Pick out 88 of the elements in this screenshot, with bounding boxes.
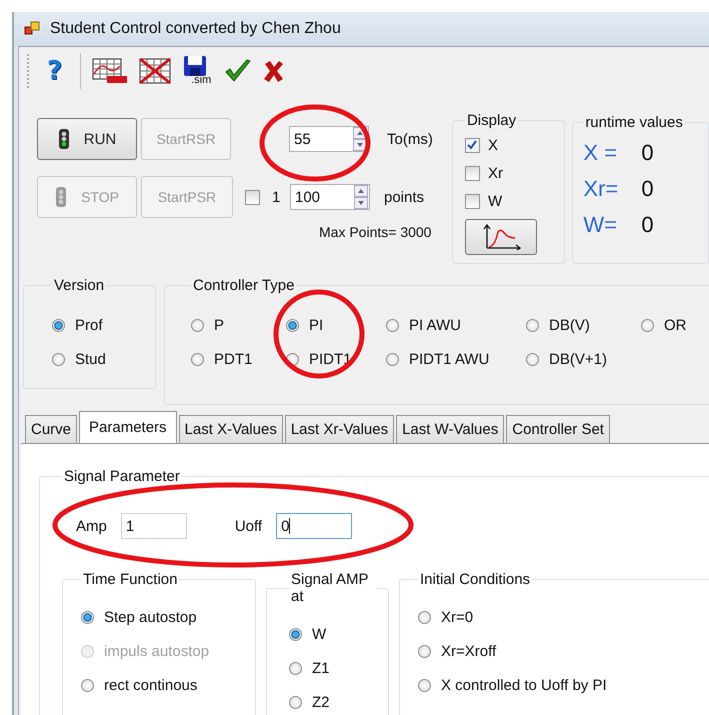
value-label: Xr= — [583, 176, 620, 202]
option-label: PIDT1 — [309, 350, 352, 368]
group-title: Initial Conditions — [419, 571, 532, 588]
tab[interactable]: Last Xr-Values — [284, 415, 394, 443]
option-label: OR — [664, 316, 686, 334]
field-label: Amp — [76, 518, 107, 534]
group-title: Time Function — [82, 571, 178, 588]
tab[interactable]: Last X-Values — [178, 415, 283, 443]
radio-button[interactable] — [418, 678, 431, 692]
radio-button[interactable] — [386, 318, 399, 332]
input-field[interactable]: 1 — [120, 513, 187, 539]
value-label: X = — [583, 140, 618, 166]
tab[interactable]: Controller Set — [506, 415, 610, 443]
radio-button[interactable] — [418, 644, 431, 658]
option-label: rect continous — [104, 676, 198, 694]
spin-arrows-icon[interactable] — [353, 127, 367, 151]
spin-arrows-icon[interactable] — [354, 185, 368, 209]
option-label: X controlled to Uoff by PI — [441, 676, 607, 694]
value-label: W= — [583, 212, 618, 238]
check-icon[interactable] — [223, 56, 254, 84]
option-label: PI AWU — [409, 316, 461, 334]
group-title: Display — [466, 112, 518, 129]
tab[interactable]: Last W-Values — [396, 415, 504, 443]
checkbox[interactable] — [464, 194, 480, 208]
value-text: 0 — [641, 140, 654, 166]
unit-label: points — [384, 188, 424, 206]
number-spinner[interactable]: 100 — [290, 184, 370, 210]
tab[interactable]: Curve — [25, 415, 78, 443]
radio-button[interactable] — [386, 352, 399, 366]
option-label: Z2 — [312, 694, 330, 710]
radio-button[interactable] — [526, 352, 539, 366]
option-label: PIDT1 AWU — [409, 350, 490, 368]
option-label: Xr=0 — [441, 608, 474, 626]
traffic-light-icon — [55, 186, 68, 208]
checkbox[interactable] — [464, 138, 480, 152]
group-title: Controller Type — [192, 277, 296, 294]
checkbox[interactable] — [464, 166, 480, 180]
checkbox-label: Xr — [488, 164, 503, 182]
option-label: PDT1 — [214, 350, 252, 368]
number-spinner[interactable]: 55 — [289, 126, 369, 152]
radio-button[interactable] — [191, 352, 204, 366]
radio-button[interactable] — [286, 318, 299, 332]
radio-button[interactable] — [289, 662, 302, 674]
value-text: 0 — [641, 212, 654, 238]
group-title: runtime values — [584, 114, 684, 131]
option-label: DB(V) — [549, 316, 590, 334]
option-label: Step autostop — [104, 608, 197, 626]
checkbox-label: X — [488, 136, 498, 154]
radio-button[interactable] — [289, 628, 302, 640]
option-label: impuls autostop — [104, 642, 210, 660]
field-label: Uoff — [234, 518, 262, 534]
option-label: Stud — [75, 350, 106, 368]
radio-button[interactable] — [81, 678, 94, 692]
radio-button[interactable] — [52, 318, 65, 332]
radio-button[interactable] — [641, 318, 654, 332]
option-label: Xr=Xroff — [441, 642, 496, 660]
control-button[interactable]: RUN — [37, 118, 137, 160]
value-text: 0 — [641, 176, 654, 202]
chart-window-icon[interactable] — [91, 56, 130, 86]
radio-button[interactable] — [191, 318, 204, 332]
checkbox-label: 1 — [271, 188, 282, 206]
window-title: Student Control converted by Chen Zhou — [50, 20, 341, 38]
tab[interactable]: Parameters — [79, 411, 177, 443]
chart-icon — [480, 224, 521, 250]
crossed-grid-icon[interactable] — [137, 56, 174, 86]
plot-button[interactable] — [464, 219, 537, 255]
max-points-label: Max Points= 3000 — [319, 224, 432, 240]
option-label: W — [312, 626, 326, 642]
radio-button[interactable] — [289, 696, 302, 708]
checkbox[interactable] — [245, 190, 260, 204]
help-button[interactable]: ? — [39, 56, 70, 86]
traffic-light-icon — [58, 128, 70, 150]
radio-button[interactable] — [52, 352, 65, 366]
checkbox-label: W — [488, 192, 502, 210]
radio-button[interactable] — [418, 610, 431, 624]
group-title: Signal Parameter — [63, 468, 181, 485]
group-title: Version — [53, 277, 106, 294]
option-label: Prof — [75, 316, 103, 334]
radio-button[interactable] — [526, 318, 539, 332]
group-title: Signal AMP at — [290, 571, 370, 605]
option-label: Z1 — [312, 660, 330, 676]
option-label: DB(V+1) — [549, 350, 607, 368]
app-icon — [24, 21, 40, 37]
option-label: P — [214, 316, 224, 334]
option-label: PI — [309, 316, 324, 334]
unit-label: To(ms) — [387, 130, 433, 148]
radio-button[interactable] — [81, 610, 94, 624]
input-field[interactable]: 0 — [276, 513, 352, 539]
